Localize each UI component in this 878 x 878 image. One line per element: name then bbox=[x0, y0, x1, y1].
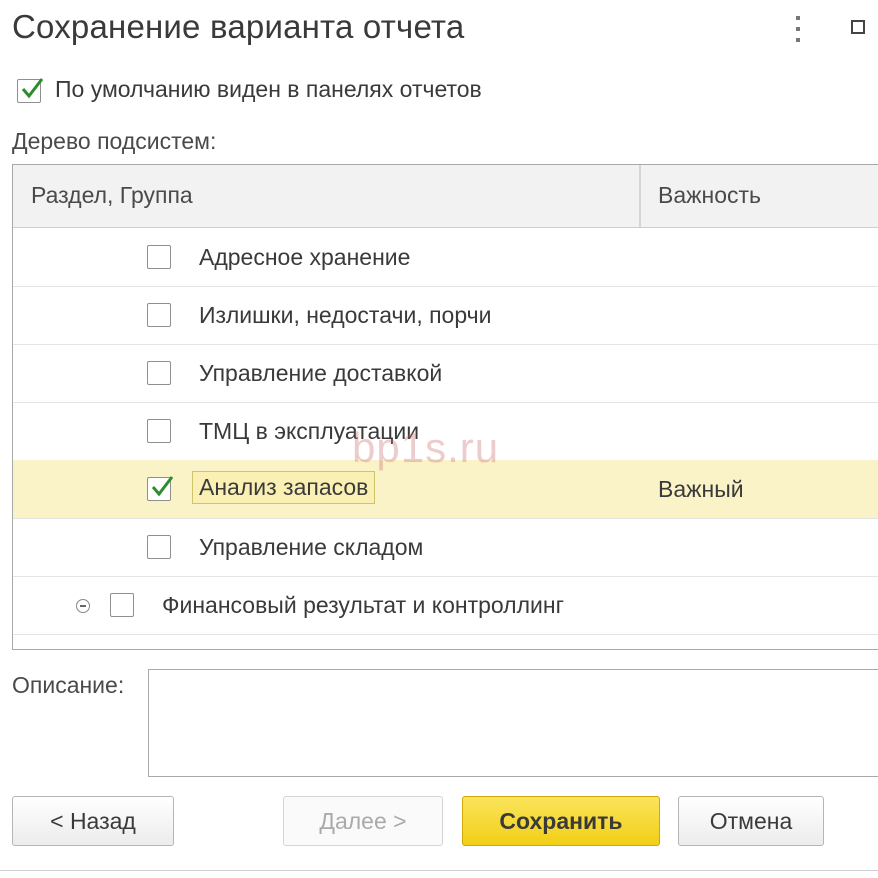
more-options-icon[interactable] bbox=[792, 16, 804, 42]
window-title: Сохранение варианта отчета bbox=[12, 8, 465, 45]
table-row[interactable]: Адресное хранение bbox=[13, 228, 878, 287]
description-field[interactable] bbox=[148, 669, 878, 777]
watermark: bp1s.ru bbox=[352, 424, 500, 471]
subsystem-tree-grid[interactable]: Раздел, Группа Важность Адресное хранени… bbox=[12, 164, 878, 650]
collapse-icon[interactable] bbox=[76, 599, 90, 613]
row-label[interactable]: Анализ запасов bbox=[192, 471, 376, 504]
default-visible-label: По умолчанию виден в панелях отчетов bbox=[55, 76, 482, 102]
table-row[interactable]: Управление складом bbox=[13, 518, 878, 577]
row-label: Финансовый результат и контроллинг bbox=[162, 592, 564, 618]
description-label: Описание: bbox=[12, 672, 125, 698]
row-label: Излишки, недостачи, порчи bbox=[199, 302, 492, 328]
bottom-divider bbox=[0, 870, 878, 871]
row-checkbox[interactable] bbox=[147, 245, 171, 269]
next-button[interactable]: Далее > bbox=[283, 796, 443, 846]
default-visible-checkbox[interactable] bbox=[17, 78, 44, 103]
subsystem-tree-label: Дерево подсистем: bbox=[12, 128, 217, 154]
grid-header: Раздел, Группа Важность bbox=[13, 165, 878, 228]
row-checkbox[interactable] bbox=[147, 419, 171, 443]
table-row-group[interactable]: Финансовый результат и контроллинг bbox=[13, 576, 878, 635]
column-separator[interactable] bbox=[639, 165, 641, 227]
check-mark-icon bbox=[151, 476, 174, 497]
column-header-importance[interactable]: Важность bbox=[658, 182, 761, 209]
back-button[interactable]: < Назад bbox=[12, 796, 174, 846]
row-checkbox[interactable] bbox=[110, 593, 134, 617]
save-button[interactable]: Сохранить bbox=[462, 796, 660, 846]
check-mark-icon bbox=[21, 78, 44, 99]
row-checkbox[interactable] bbox=[147, 535, 171, 559]
table-row[interactable]: Управление доставкой bbox=[13, 344, 878, 403]
column-header-section[interactable]: Раздел, Группа bbox=[31, 182, 193, 209]
row-label: Управление доставкой bbox=[199, 360, 443, 386]
cancel-button[interactable]: Отмена bbox=[678, 796, 824, 846]
row-label: Адресное хранение bbox=[199, 244, 411, 270]
maximize-icon[interactable] bbox=[851, 20, 865, 34]
table-row[interactable]: Излишки, недостачи, порчи bbox=[13, 286, 878, 345]
row-checkbox[interactable] bbox=[147, 476, 174, 501]
row-checkbox[interactable] bbox=[147, 361, 171, 385]
row-label: Управление складом bbox=[199, 534, 424, 560]
row-importance[interactable]: Важный bbox=[658, 476, 744, 503]
row-checkbox[interactable] bbox=[147, 303, 171, 327]
